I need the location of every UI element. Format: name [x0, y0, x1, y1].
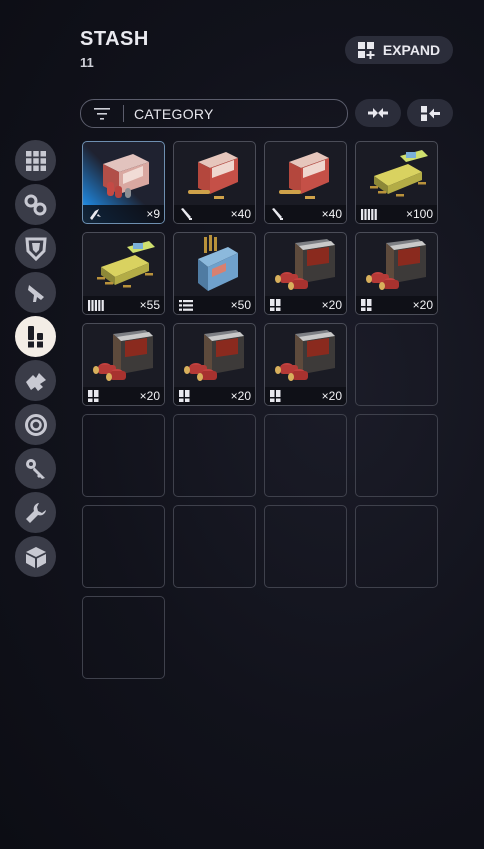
- sort-button[interactable]: [407, 99, 453, 127]
- slot-footer: ×20: [83, 387, 164, 405]
- inventory-slot[interactable]: ×20: [173, 323, 256, 406]
- armor-icon: [24, 237, 47, 261]
- slot-footer: ×20: [265, 296, 346, 314]
- filter-icon: [81, 105, 124, 122]
- red-ammo-box-image: [265, 142, 346, 206]
- ammo-type-shell-icon: [270, 390, 282, 402]
- shotgun-crate-image: [174, 324, 255, 388]
- stash-count: 11: [80, 55, 94, 70]
- item-quantity: ×100: [405, 207, 433, 221]
- container-icon: [24, 413, 47, 436]
- blue-ammo-box-image: [174, 233, 255, 297]
- empty-slot[interactable]: [264, 414, 347, 497]
- ammo-icon: [27, 325, 43, 347]
- crate-icon: [25, 546, 46, 568]
- item-quantity: ×40: [230, 207, 251, 221]
- item-quantity: ×20: [321, 298, 342, 312]
- slot-footer: ×50: [174, 296, 255, 314]
- category-sidebar: [15, 140, 57, 580]
- slot-footer: ×40: [174, 205, 255, 223]
- ammo-type-shell-icon: [270, 299, 282, 311]
- inventory-slot[interactable]: ×9: [82, 141, 165, 224]
- empty-slot[interactable]: [82, 596, 165, 679]
- slot-footer: ×9: [83, 205, 164, 223]
- sidebar-item-weapons[interactable]: [15, 272, 56, 313]
- inventory-slot[interactable]: ×20: [264, 232, 347, 315]
- attachment-icon: [25, 372, 46, 391]
- item-quantity: ×20: [139, 389, 160, 403]
- expand-label: EXPAND: [382, 42, 441, 58]
- ammo-type-rocket-icon: [88, 208, 102, 220]
- inventory-slot[interactable]: ×55: [82, 232, 165, 315]
- key-icon: [25, 458, 45, 479]
- slot-footer: ×40: [265, 205, 346, 223]
- sidebar-item-keys[interactable]: [15, 448, 56, 489]
- all-items-grid-icon: [25, 150, 46, 171]
- collapse-arrows-icon: [368, 108, 388, 118]
- sidebar-item-gear[interactable]: [15, 184, 56, 225]
- item-quantity: ×20: [412, 298, 433, 312]
- sidebar-item-armor[interactable]: [15, 228, 56, 269]
- ammo-type-multi-icon: [361, 208, 377, 220]
- inventory-slot[interactable]: ×100: [355, 141, 438, 224]
- empty-slot[interactable]: [264, 505, 347, 588]
- empty-slot[interactable]: [355, 323, 438, 406]
- yellow-ammo-box-image: [83, 233, 164, 297]
- empty-slot[interactable]: [355, 505, 438, 588]
- shotgun-crate-image: [83, 324, 164, 388]
- grid-plus-icon: [357, 41, 375, 59]
- sidebar-item-crates[interactable]: [15, 536, 56, 577]
- empty-slot[interactable]: [82, 414, 165, 497]
- stash-title: STASH: [80, 28, 149, 50]
- item-quantity: ×40: [321, 207, 342, 221]
- inventory-slot[interactable]: ×40: [264, 141, 347, 224]
- item-quantity: ×20: [321, 389, 342, 403]
- ammo-type-shell-icon: [361, 299, 373, 311]
- empty-slot[interactable]: [82, 505, 165, 588]
- compact-button[interactable]: [355, 99, 401, 127]
- category-filter[interactable]: CATEGORY: [80, 99, 348, 128]
- shotgun-crate-image: [265, 324, 346, 388]
- ammo-type-shell-icon: [179, 390, 191, 402]
- inventory-slot[interactable]: ×20: [82, 323, 165, 406]
- ammo-type-shell-icon: [88, 390, 100, 402]
- sidebar-item-containers[interactable]: [15, 404, 56, 445]
- weapon-icon: [27, 284, 44, 302]
- sidebar-item-ammo[interactable]: [15, 316, 56, 357]
- inventory-slot[interactable]: ×40: [173, 141, 256, 224]
- item-quantity: ×20: [230, 389, 251, 403]
- slot-footer: ×20: [356, 296, 437, 314]
- ammo-type-stack-icon: [179, 299, 193, 311]
- inventory-slot[interactable]: ×20: [264, 323, 347, 406]
- shotgun-crate-image: [265, 233, 346, 297]
- expand-button[interactable]: EXPAND: [345, 36, 453, 64]
- empty-slot[interactable]: [173, 414, 256, 497]
- tools-icon: [25, 502, 46, 523]
- empty-slot[interactable]: [173, 505, 256, 588]
- item-quantity: ×9: [146, 207, 160, 221]
- sidebar-item-attachments[interactable]: [15, 360, 56, 401]
- empty-slot[interactable]: [355, 414, 438, 497]
- sidebar-item-all[interactable]: [15, 140, 56, 181]
- sort-into-icon: [420, 105, 440, 121]
- slot-footer: ×55: [83, 296, 164, 314]
- gear-parts-icon: [24, 194, 46, 215]
- item-quantity: ×50: [230, 298, 251, 312]
- item-quantity: ×55: [139, 298, 160, 312]
- shotgun-crate-image: [356, 233, 437, 297]
- inventory-slot[interactable]: ×20: [355, 232, 438, 315]
- pink-ammo-box-image: [83, 142, 164, 206]
- ammo-type-rifle-icon: [179, 208, 193, 220]
- sidebar-item-tools[interactable]: [15, 492, 56, 533]
- inventory-slot[interactable]: ×50: [173, 232, 256, 315]
- red-ammo-box-image: [174, 142, 255, 206]
- category-label: CATEGORY: [134, 105, 214, 122]
- slot-footer: ×20: [265, 387, 346, 405]
- slot-footer: ×100: [356, 205, 437, 223]
- slot-footer: ×20: [174, 387, 255, 405]
- yellow-ammo-box-image: [356, 142, 437, 206]
- ammo-type-multi-icon: [88, 299, 104, 311]
- ammo-type-rifle-icon: [270, 208, 284, 220]
